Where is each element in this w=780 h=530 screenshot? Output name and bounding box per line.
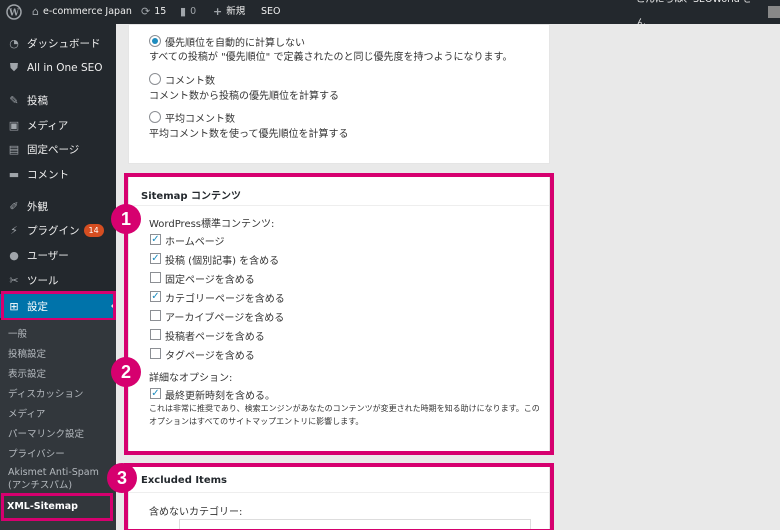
media-icon: ▣ [8, 118, 20, 132]
menu-pages[interactable]: ▤ 固定ページ [0, 138, 116, 160]
menu-media[interactable]: ▣ メディア [0, 114, 116, 136]
greeting: こんにちは、SEOWorld さん [636, 0, 752, 29]
plugin-icon: ⚡ [10, 223, 18, 237]
submenu-permalinks[interactable]: パーマリンク設定 [8, 426, 84, 440]
avatar [768, 6, 780, 18]
menu-label: プラグイン [27, 224, 80, 237]
radio-average-comments[interactable] [149, 111, 161, 123]
menu-users[interactable]: ● ユーザー [0, 244, 116, 266]
site-name-link[interactable]: ⌂ e-commerce Japan [32, 0, 132, 24]
comment-bubble-icon: ▮ [180, 5, 187, 18]
comment-icon: ▬ [8, 167, 20, 181]
admin-bar: W ⌂ e-commerce Japan ⟳ 15 ▮ 0 + 新規 SEO こ… [0, 0, 780, 29]
refresh-icon: ⟳ [141, 5, 151, 18]
menu-label: All in One SEO [27, 62, 103, 74]
submenu-media[interactable]: メディア [8, 406, 45, 420]
settings-submenu: 一般 投稿設定 表示設定 ディスカッション メディア パーマリンク設定 プライバ… [0, 320, 116, 530]
svg-text:W: W [8, 9, 20, 19]
menu-label: 固定ページ [27, 143, 80, 156]
sitemap-content-highlight [124, 173, 554, 455]
radio-label: コメント数 [165, 76, 215, 87]
radio-no-priority[interactable] [149, 35, 161, 47]
wrench-icon: ✂ [9, 273, 19, 287]
menu-label: 外観 [27, 200, 48, 213]
comments-link[interactable]: ▮ 0 [180, 0, 196, 24]
user-icon: ● [9, 248, 19, 262]
new-label: 新規 [226, 6, 246, 17]
radio-description: コメント数から投稿の優先順位を計算する [149, 91, 339, 102]
shield-icon: ⛊ [9, 61, 19, 74]
step-badge-2: 2 [111, 357, 141, 387]
dashboard-icon: ◔ [9, 36, 19, 50]
menu-posts[interactable]: ✎ 投稿 [0, 89, 116, 111]
admin-sidebar: ◔ ダッシュボード ⛊ All in One SEO ✎ 投稿 ▣ メディア ▤… [0, 24, 116, 530]
menu-label: 投稿 [27, 94, 48, 107]
xml-sitemap-highlight [1, 493, 113, 521]
account-link[interactable]: こんにちは、SEOWorld さん [636, 0, 780, 29]
menu-label: コメント [27, 168, 69, 181]
menu-comments[interactable]: ▬ コメント [0, 163, 116, 185]
step-badge-3: 3 [107, 463, 137, 493]
menu-label: ツール [27, 274, 59, 287]
site-name: e-commerce Japan [42, 6, 132, 17]
submenu-privacy[interactable]: プライバシー [8, 446, 65, 460]
seo-menu-link[interactable]: SEO [261, 0, 281, 24]
submenu-discussion[interactable]: ディスカッション [8, 386, 83, 400]
menu-label: ユーザー [27, 249, 69, 262]
menu-all-in-one-seo[interactable]: ⛊ All in One SEO [0, 57, 116, 79]
plugin-update-badge: 14 [83, 223, 104, 237]
excluded-items-highlight [124, 463, 554, 530]
radio-description: 平均コメント数を使って優先順位を計算する [149, 129, 349, 140]
submenu-akismet[interactable]: Akismet Anti-Spam (アンチスパム) [8, 466, 112, 492]
home-icon: ⌂ [32, 5, 39, 18]
menu-plugins[interactable]: ⚡ プラグイン 14 [0, 219, 116, 241]
new-content-link[interactable]: + 新規 [213, 0, 245, 24]
settings-highlight [1, 291, 116, 321]
menu-dashboard[interactable]: ◔ ダッシュボード [0, 32, 116, 54]
priority-panel: 優先順位を自動的に計算しない すべての投稿が "優先順位" で定義されたのと同じ… [128, 24, 550, 164]
wordpress-logo-icon[interactable]: W [6, 0, 22, 24]
step-badge-1: 1 [111, 204, 141, 234]
submenu-writing[interactable]: 投稿設定 [8, 346, 46, 360]
menu-label: ダッシュボード [27, 37, 101, 50]
radio-description: すべての投稿が "優先順位" で定義されたのと同じ優先度を持つようになります。 [149, 52, 513, 63]
radio-label: 優先順位を自動的に計算しない [165, 38, 305, 49]
plus-icon: + [213, 5, 223, 18]
pin-icon: ✎ [9, 93, 19, 107]
menu-appearance[interactable]: ✐ 外観 [0, 195, 116, 217]
menu-label: メディア [27, 119, 69, 132]
submenu-general[interactable]: 一般 [8, 326, 27, 340]
radio-label: 平均コメント数 [165, 114, 235, 125]
brush-icon: ✐ [9, 199, 19, 213]
radio-comment-count[interactable] [149, 73, 161, 85]
page-icon: ▤ [8, 142, 20, 156]
comments-count: 0 [190, 6, 197, 17]
submenu-reading[interactable]: 表示設定 [8, 366, 46, 380]
seo-label: SEO [261, 6, 281, 17]
menu-tools[interactable]: ✂ ツール [0, 269, 116, 291]
updates-link[interactable]: ⟳ 15 [141, 0, 166, 24]
updates-count: 15 [154, 6, 167, 17]
